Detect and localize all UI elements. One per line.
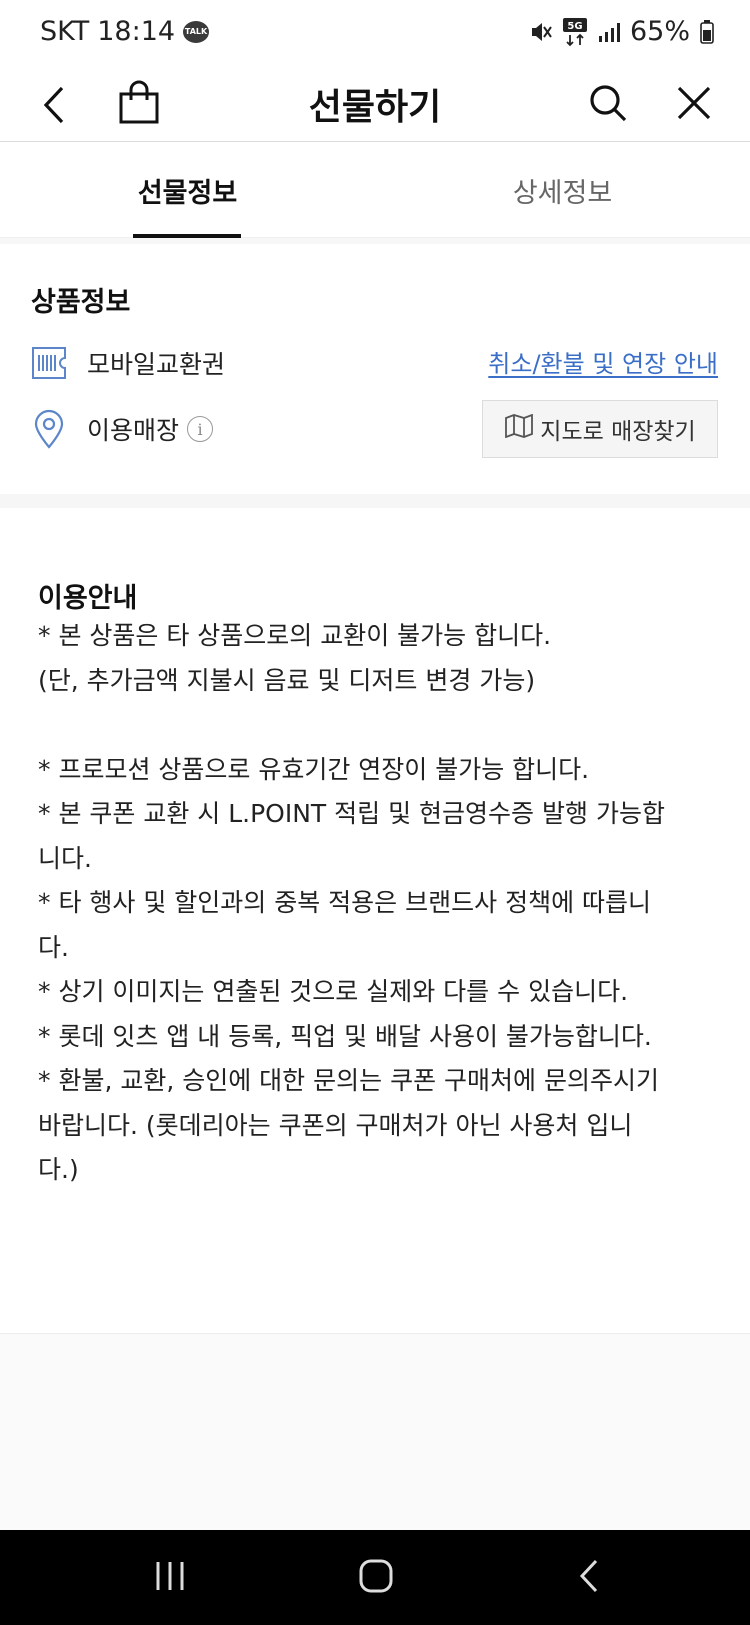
usage-guide-section: 이용안내 * 본 상품은 타 상품으로의 교환이 불가능 합니다. (단, 추가… [0,508,750,1334]
usage-guide-title: 이용안내 [38,583,138,614]
mute-icon [530,20,552,44]
section-gap [0,494,750,508]
battery-icon [700,19,714,44]
tab-bar: 선물정보 상세정보 [0,142,750,238]
info-icon[interactable]: i [187,416,214,442]
find-store-map-label: 지도로 매장찾기 [540,419,696,445]
home-icon[interactable] [356,1556,396,1596]
guide-line: 바랍니다. (롯데리아는 쿠폰의 구매처가 아닌 사용처 입니 [38,1110,633,1140]
page-title: 선물하기 [308,87,442,128]
guide-line: * 프로모션 상품으로 유효기간 연장이 불가능 합니다. [38,754,590,784]
find-store-map-button[interactable]: 지도로 매장찾기 [482,400,718,458]
guide-line: 다. [38,932,69,962]
voucher-row: 모바일교환권 [31,344,225,382]
guide-line [38,703,718,748]
close-icon[interactable] [672,78,716,128]
tab-gift-info[interactable]: 선물정보 [0,142,375,238]
voucher-type-label: 모바일교환권 [87,350,226,379]
status-bar: SKT 18:14 TALK 5G 65% [0,0,750,70]
map-icon [504,413,534,444]
guide-line: 니다. [38,843,92,873]
recent-apps-icon[interactable] [150,1556,190,1596]
carrier-label: SKT [40,16,90,47]
search-icon[interactable] [586,78,630,128]
guide-line: * 상기 이미지는 연출된 것으로 실제와 다를 수 있습니다. [38,977,629,1006]
guide-line: * 롯데 잇츠 앱 내 등록, 픽업 및 배달 사용이 불가능합니다. [38,1021,652,1051]
store-label: 이용매장 [87,416,180,445]
5g-icon: 5G [562,17,588,47]
status-left: SKT 18:14 TALK [40,16,210,47]
tab-detail-info[interactable]: 상세정보 [375,142,750,238]
guide-line: (단, 추가금액 지불시 음료 및 디저트 변경 가능) [38,665,536,695]
refund-info-link[interactable]: 취소/환불 및 연장 안내 [488,344,718,379]
status-right: 5G 65% [530,16,714,47]
network-type-label: 5G [567,21,582,32]
store-row: 이용매장 i [31,409,214,449]
ticket-icon [31,344,67,382]
guide-line: 다.) [38,1155,79,1184]
guide-line: * 본 쿠폰 교환 시 L.POINT 적립 및 현금영수증 발행 가능합 [38,799,665,828]
product-info-heading: 상품정보 [31,287,131,318]
signal-icon [598,21,620,43]
kakaotalk-notification-icon: TALK [183,20,210,43]
system-nav-bar [0,1530,750,1625]
nav-back-icon[interactable] [572,1556,608,1596]
app-header: 선물하기 [0,70,750,142]
bottom-spacer [0,1334,750,1530]
guide-line: * 타 행사 및 할인과의 중복 적용은 브랜드사 정책에 따릅니 [38,888,652,917]
battery-percent: 65% [629,16,690,47]
guide-line: * 본 상품은 타 상품으로의 교환이 불가능 합니다. [38,621,552,650]
usage-guide-text: * 본 상품은 타 상품으로의 교환이 불가능 합니다. (단, 추가금액 지불… [38,614,718,1193]
clock: 18:14 [97,16,176,47]
guide-line: * 환불, 교환, 승인에 대한 문의는 쿠폰 구매처에 문의주시기 [38,1066,659,1095]
product-info-section: 상품정보 모바일교환권 취소/환불 및 연장 안내 이용매장 i 지도로 매장찾… [0,244,750,494]
location-pin-icon [31,409,67,449]
